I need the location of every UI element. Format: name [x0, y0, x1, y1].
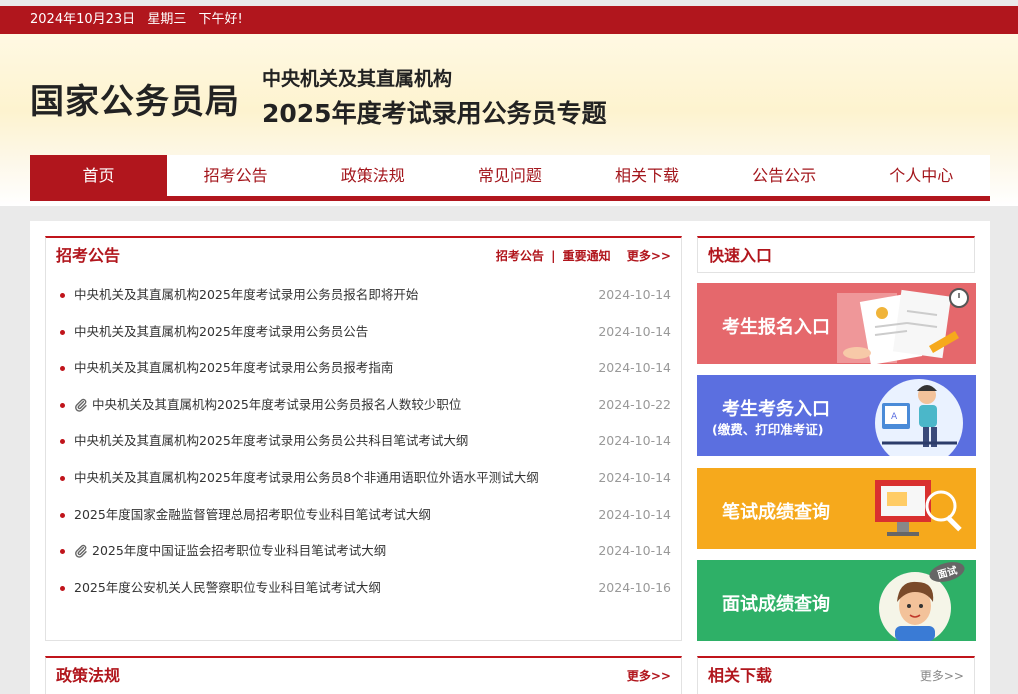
item-title[interactable]: 中央机关及其直属机构2025年度考试录用公务员报考指南 [74, 350, 393, 387]
paperclip-icon [74, 398, 88, 412]
list-item[interactable]: 2025年度国家金融监督管理总局招考职位专业科目笔试考试大纲 2024-10-1… [60, 497, 671, 534]
panel-title: 相关下载 [708, 666, 773, 685]
list-item[interactable]: 2025年度公安机关人民警察职位专业科目笔试考试大纲 2024-10-16 [60, 570, 671, 607]
site-logo[interactable]: 国家公务员局 [30, 74, 240, 123]
item-date: 2024-10-14 [598, 469, 671, 485]
nav-personal-center[interactable]: 个人中心 [853, 155, 990, 196]
more-link[interactable]: 更多>> [627, 249, 671, 263]
item-title[interactable]: 中央机关及其直属机构2025年度考试录用公务员8个非通用语职位外语水平测试大纲 [74, 460, 539, 497]
header-title: 2025年度考试录用公务员专题 [262, 99, 607, 128]
item-title[interactable]: 2025年度国家金融监督管理总局招考职位专业科目笔试考试大纲 [74, 497, 431, 534]
more-link[interactable]: 更多>> [627, 669, 671, 683]
nav-faq[interactable]: 常见问题 [441, 155, 578, 196]
item-date: 2024-10-14 [598, 287, 671, 302]
item-title[interactable]: 中央机关及其直属机构2025年度考试录用公务员报名即将开始 [74, 277, 418, 314]
more-link[interactable]: 更多>> [920, 669, 964, 683]
link-important-notices[interactable]: 重要通知 [563, 249, 611, 263]
item-title[interactable]: 中央机关及其直属机构2025年度考试录用公务员报名人数较少职位 [92, 387, 461, 424]
top-bar: 2024年10月23日 星期三 下午好! [0, 6, 1018, 34]
list-item[interactable]: 中央机关及其直属机构2025年度考试录用公务员报考指南 2024-10-14 [60, 350, 671, 387]
item-date: 2024-10-14 [598, 543, 671, 559]
item-date: 2024-10-22 [598, 396, 671, 412]
item-date: 2024-10-14 [598, 323, 671, 339]
list-item[interactable]: 中央机关及其直属机构2025年度考试录用公务员报名人数较少职位 2024-10-… [60, 387, 671, 424]
list-item[interactable]: 中央机关及其直属机构2025年度考试录用公务员公共科目笔试考试大纲 2024-1… [60, 423, 671, 460]
monitor-icon [875, 480, 962, 536]
exam-affairs-entry-banner[interactable]: 考生考务入口 (缴费、打印准考证) A [697, 375, 976, 456]
item-date: 2024-10-14 [598, 506, 671, 522]
svg-text:A: A [891, 412, 898, 422]
paperclip-icon [74, 544, 88, 559]
nav-announcements[interactable]: 招考公告 [167, 155, 304, 196]
date-text: 2024年10月23日 [30, 12, 136, 27]
panel-title: 政策法规 [56, 666, 121, 685]
separator: | [551, 249, 556, 263]
header: 国家公务员局 中央机关及其直属机构 2025年度考试录用公务员专题 首页 招考公… [0, 34, 1018, 206]
panel-header: 招考公告 招考公告 | 重要通知 更多>> [46, 238, 681, 274]
item-date: 2024-10-14 [598, 433, 671, 449]
item-date: 2024-10-14 [598, 360, 671, 376]
item-title[interactable]: 中央机关及其直属机构2025年度考试录用公务员公告 [74, 314, 368, 351]
item-title[interactable]: 中央机关及其直属机构2025年度考试录用公务员公共科目笔试考试大纲 [74, 423, 468, 460]
header-subtitle: 中央机关及其直属机构 [262, 68, 453, 90]
panel-title: 招考公告 [56, 246, 121, 265]
panel-links: 招考公告 | 重要通知 更多>> [496, 238, 671, 274]
main-nav: 首页 招考公告 政策法规 常见问题 相关下载 公告公示 个人中心 [30, 155, 990, 201]
application-form-icon [837, 288, 969, 364]
item-title[interactable]: 2025年度中国证监会招考职位专业科目笔试考试大纲 [92, 533, 386, 570]
list-item[interactable]: 中央机关及其直属机构2025年度考试录用公务员8个非通用语职位外语水平测试大纲 … [60, 460, 671, 497]
panel-title: 快速入口 [708, 246, 773, 265]
quick-entry-panel: 快速入口 [697, 236, 975, 273]
student-computer-icon: A [875, 379, 963, 456]
interviewee-avatar-icon [879, 562, 965, 641]
policies-panel: 政策法规 更多>> [45, 656, 682, 694]
news-list: 中央机关及其直属机构2025年度考试录用公务员报名即将开始 2024-10-14… [46, 277, 681, 606]
nav-downloads[interactable]: 相关下载 [579, 155, 716, 196]
downloads-panel: 相关下载 更多>> [697, 656, 975, 694]
registration-entry-banner[interactable]: 考生报名入口 [697, 283, 976, 364]
nav-home[interactable]: 首页 [30, 155, 168, 196]
list-item[interactable]: 中央机关及其直属机构2025年度考试录用公务员公告 2024-10-14 [60, 314, 671, 351]
list-item[interactable]: 2025年度中国证监会招考职位专业科目笔试考试大纲 2024-10-14 [60, 533, 671, 570]
link-announcements[interactable]: 招考公告 [496, 249, 544, 263]
weekday-text: 星期三 [147, 12, 187, 27]
list-item[interactable]: 中央机关及其直属机构2025年度考试录用公务员报名即将开始 2024-10-14 [60, 277, 671, 314]
item-date: 2024-10-16 [598, 579, 671, 595]
written-score-query-banner[interactable]: 笔试成绩查询 [697, 468, 976, 549]
item-title[interactable]: 2025年度公安机关人民警察职位专业科目笔试考试大纲 [74, 570, 381, 607]
nav-notices[interactable]: 公告公示 [716, 155, 853, 196]
greeting-text: 下午好! [198, 12, 243, 27]
interview-score-query-banner[interactable]: 面试成绩查询 面试 [697, 560, 976, 641]
announcements-panel: 招考公告 招考公告 | 重要通知 更多>> 中央机关及其直属机构2025年度考试… [45, 236, 682, 641]
nav-policies[interactable]: 政策法规 [304, 155, 441, 196]
